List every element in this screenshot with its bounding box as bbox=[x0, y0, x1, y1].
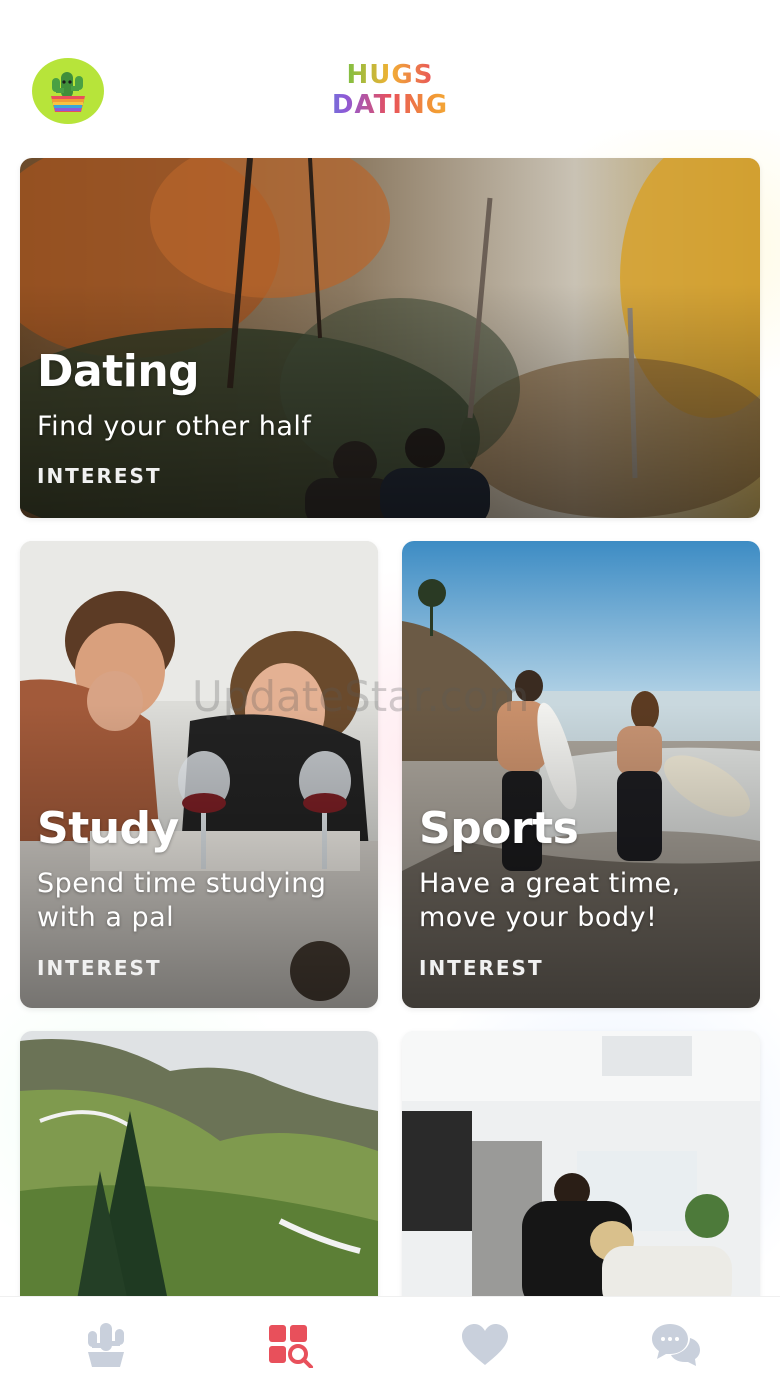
logo-line2: DATING bbox=[300, 90, 480, 120]
card-title: Study bbox=[37, 803, 179, 854]
logo-line1: HUGS bbox=[300, 60, 480, 90]
card-description: Find your other half bbox=[37, 411, 312, 442]
card-description-line2: move your body! bbox=[419, 902, 658, 933]
nav-likes[interactable] bbox=[457, 1317, 513, 1373]
card-study[interactable]: Study Spend time studying with a pal INT… bbox=[20, 541, 378, 1008]
chat-bubbles-icon bbox=[652, 1324, 700, 1366]
explore-grid-icon bbox=[269, 1325, 313, 1368]
card-shade bbox=[20, 541, 378, 1008]
heart-icon bbox=[462, 1324, 508, 1365]
card-shade bbox=[402, 541, 760, 1008]
card-description-line1: Have a great time, bbox=[419, 868, 681, 899]
card-description-line2: with a pal bbox=[37, 902, 175, 933]
card-title: Sports bbox=[419, 803, 579, 854]
card-kitchen[interactable] bbox=[402, 1031, 760, 1311]
card-description-line1: Spend time studying bbox=[37, 868, 327, 899]
card-tag: INTEREST bbox=[419, 956, 544, 980]
bottom-navigation bbox=[0, 1296, 780, 1387]
header: HUGS DATING bbox=[0, 0, 780, 140]
kitchen-photo bbox=[402, 1031, 760, 1311]
card-title: Dating bbox=[37, 346, 200, 397]
mountain-photo bbox=[20, 1031, 378, 1311]
nav-explore[interactable] bbox=[262, 1317, 318, 1373]
card-mountains[interactable] bbox=[20, 1031, 378, 1311]
cactus-cup-icon bbox=[51, 72, 85, 112]
card-sports[interactable]: Sports Have a great time, move your body… bbox=[402, 541, 760, 1008]
cactus-icon bbox=[88, 1323, 124, 1367]
nav-home[interactable] bbox=[78, 1317, 134, 1373]
app-logo: HUGS DATING bbox=[300, 60, 480, 120]
nav-messages[interactable] bbox=[648, 1317, 704, 1373]
card-dating[interactable]: Dating Find your other half INTEREST bbox=[20, 158, 760, 518]
card-tag: INTEREST bbox=[37, 956, 162, 980]
profile-avatar[interactable] bbox=[32, 58, 104, 124]
card-tag: INTEREST bbox=[37, 464, 162, 488]
